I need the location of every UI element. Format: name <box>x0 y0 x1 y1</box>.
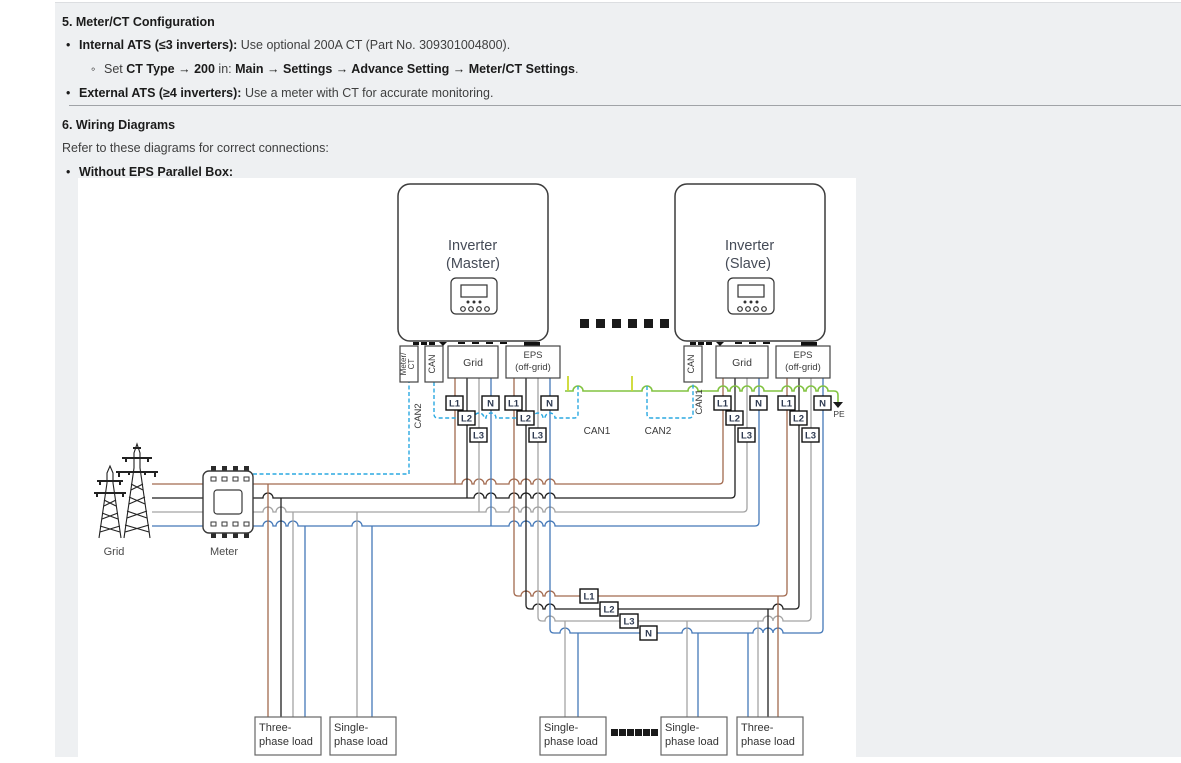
meter-caption: Meter <box>210 546 238 558</box>
grid-towers-icon <box>94 444 158 538</box>
bullet-internal-ats: •Internal ATS (≤3 inverters): Use option… <box>79 38 510 52</box>
circle-bullet-icon: ◦ <box>91 62 95 76</box>
bullet-without-eps-lead: Without EPS Parallel Box: <box>79 165 233 179</box>
eps-bus-wires <box>514 378 823 633</box>
slave-can-comm-wire <box>647 382 693 418</box>
load-label: Single- <box>544 722 579 734</box>
bullet-icon: • <box>66 86 70 100</box>
load-label: Three- <box>259 722 292 734</box>
inverter-bottom-ports <box>690 342 817 346</box>
inverter-slave-label-1: Inverter <box>725 238 774 254</box>
load-label: phase load <box>334 736 388 748</box>
wire-tag: N <box>487 399 494 410</box>
wire-tag: L2 <box>729 414 740 425</box>
wiring-diagram: PE CAN1 CAN2 CAN2 CAN1 Grid <box>78 178 856 758</box>
wire-tags: L1 L2 L3 N L1 L2 L3 N L1 L2 L3 N L1 L2 L… <box>446 396 831 640</box>
bullet-external-ats: •External ATS (≥4 inverters): Use a mete… <box>79 86 493 100</box>
wire-tag: L3 <box>473 431 484 442</box>
load-continuation-dots <box>611 729 658 736</box>
eps-bus-l1-brown <box>514 378 787 596</box>
wire-tag: L2 <box>603 605 614 616</box>
inverter-bottom-ports <box>413 342 540 346</box>
inverter-master: Inverter (Master) <box>398 184 548 346</box>
wire-tag: L1 <box>583 592 595 603</box>
meter-ct-comm-wire <box>253 382 409 474</box>
can2-label: CAN2 <box>645 426 672 437</box>
sub-mid: in: <box>215 62 235 76</box>
load-label: phase load <box>544 736 598 748</box>
section6-intro: Refer to these diagrams for correct conn… <box>62 141 329 155</box>
wire-tag: N <box>819 399 826 410</box>
grid-load-drops <box>268 484 372 717</box>
bullet-external-ats-text: Use a meter with CT for accurate monitor… <box>241 86 493 100</box>
eps-bus-l2-black <box>526 378 799 609</box>
sub-bullet-ct-type: ◦Set CT Type → 200 in: Main → Settings →… <box>104 62 578 76</box>
pe-ground-icon <box>833 402 843 408</box>
load-label: Three- <box>741 722 774 734</box>
wire-tag: N <box>755 399 762 410</box>
load-boxes: Three- phase load Single- phase load Sin… <box>255 717 803 755</box>
eps-bus-l3-gray <box>538 378 811 621</box>
slave-can-label: CAN <box>686 354 696 373</box>
master-eps-label-1: EPS <box>523 350 542 361</box>
wire-tag: L2 <box>461 414 472 425</box>
pe-label: PE <box>833 409 845 419</box>
inverter-slave: Inverter (Slave) <box>675 184 825 346</box>
load-label: Single- <box>665 722 700 734</box>
wire-tag: L3 <box>741 431 752 442</box>
bullet-icon: • <box>66 165 70 179</box>
slave-eps-label-1: EPS <box>793 350 812 361</box>
inverter-continuation-dots <box>580 319 669 328</box>
meter-icon <box>203 466 253 538</box>
eps-load-drops <box>565 596 778 717</box>
section6-heading: 6. Wiring Diagrams <box>62 118 175 132</box>
wire-tag: N <box>645 629 652 640</box>
bullet-internal-ats-text: Use optional 200A CT (Part No. 309301004… <box>237 38 510 52</box>
bullet-without-eps: •Without EPS Parallel Box: <box>79 165 233 179</box>
inverter-master-label-1: Inverter <box>448 238 497 254</box>
master-can-label: CAN <box>427 354 437 373</box>
bullet-external-ats-lead: External ATS (≥4 inverters): <box>79 86 241 100</box>
load-label: phase load <box>665 736 719 748</box>
section5-heading: 5. Meter/CT Configuration <box>62 15 215 29</box>
bullet-icon: • <box>66 38 70 52</box>
bullet-internal-ats-lead: Internal ATS (≤3 inverters): <box>79 38 237 52</box>
wiring-diagram-image: PE CAN1 CAN2 CAN2 CAN1 Grid <box>78 178 856 758</box>
wire-tag: L3 <box>623 617 634 628</box>
slave-eps-label-2: (off-grid) <box>785 362 821 373</box>
grid-caption: Grid <box>104 546 125 558</box>
inverter-slave-label-2: (Slave) <box>725 256 771 272</box>
slave-ports: CAN Grid EPS (off-grid) <box>684 346 830 382</box>
load-label: phase load <box>741 736 795 748</box>
master-grid-label: Grid <box>463 357 483 369</box>
wire-tag: L2 <box>793 414 804 425</box>
wire-tag: L1 <box>781 399 793 410</box>
inverter-master-label-2: (Master) <box>446 256 500 272</box>
sub-pre: Set <box>104 62 126 76</box>
sub-post: . <box>575 62 578 76</box>
master-can2-vertical-label: CAN2 <box>413 403 424 428</box>
wire-tag: L3 <box>805 431 816 442</box>
section-divider <box>69 105 1181 106</box>
sub-bold-menu-path: Main → Settings → Advance Setting → Mete… <box>235 62 575 76</box>
wire-tag: N <box>546 399 553 410</box>
master-eps-label-2: (off-grid) <box>515 362 551 373</box>
slave-can1-vertical-label: CAN1 <box>694 389 705 414</box>
master-ports: Meter/ CT CAN Grid EPS (off-grid) <box>399 346 560 382</box>
wire-tag: L2 <box>520 414 531 425</box>
wire-tag: L1 <box>508 399 520 410</box>
sub-bold-ct-type: CT Type → 200 <box>126 62 215 76</box>
load-label: phase load <box>259 736 313 748</box>
wire-tag: L1 <box>449 399 461 410</box>
master-meter-ct-label-2: CT <box>407 359 416 370</box>
slave-grid-label: Grid <box>732 357 752 369</box>
can1-label: CAN1 <box>584 426 611 437</box>
content-panel: 5. Meter/CT Configuration •Internal ATS … <box>55 2 1181 757</box>
load-label: Single- <box>334 722 369 734</box>
wire-tag: L1 <box>717 399 729 410</box>
wire-tag: L3 <box>532 431 543 442</box>
